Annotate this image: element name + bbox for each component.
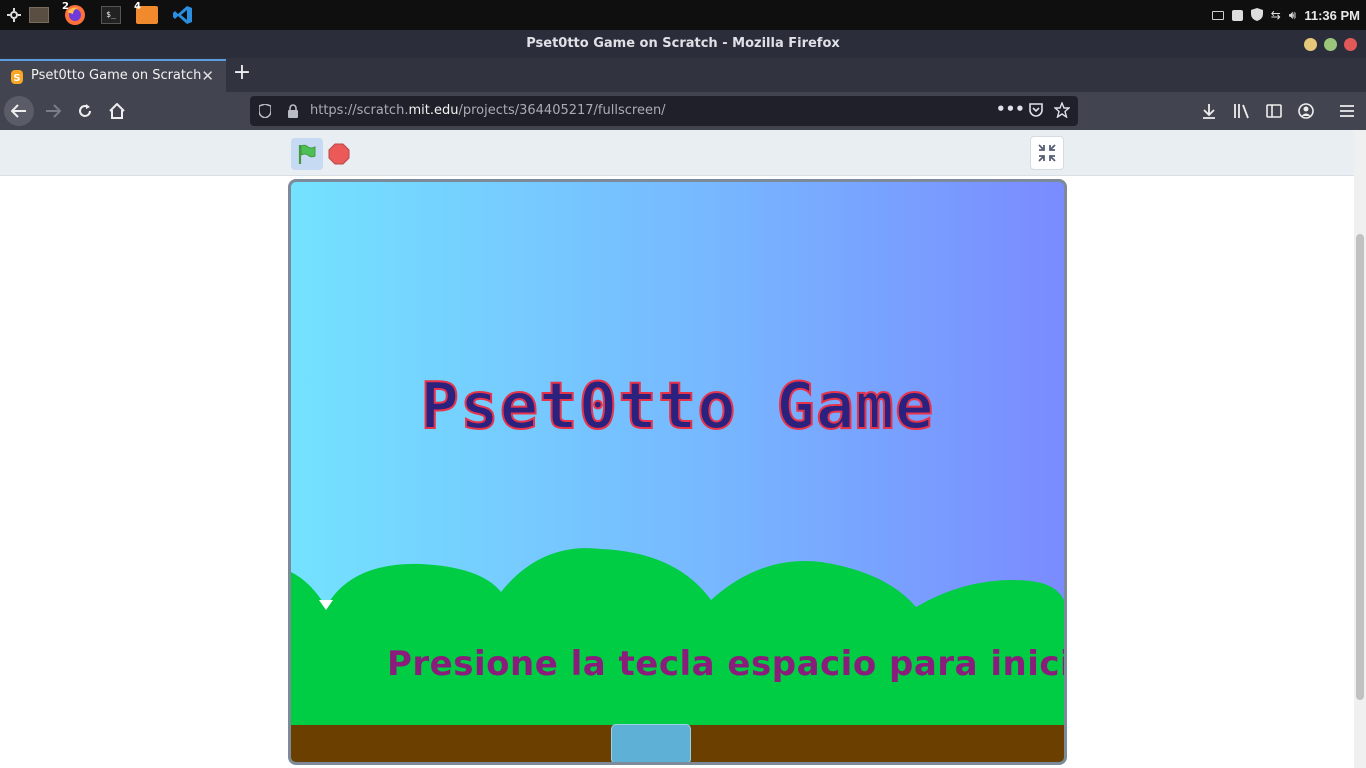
network-icon[interactable]: ⇆: [1271, 8, 1281, 22]
keyboard-icon[interactable]: [1211, 10, 1224, 20]
player-block-sprite: [611, 724, 691, 762]
stop-sign-icon: [328, 143, 350, 165]
collapse-icon: [1038, 144, 1056, 162]
green-flag-icon: [298, 144, 316, 164]
lock-icon[interactable]: [287, 103, 299, 122]
accessibility-icon[interactable]: [1231, 9, 1243, 21]
home-button[interactable]: [102, 96, 132, 126]
game-title: Pset0tto Game: [420, 369, 935, 445]
page-scrollbar[interactable]: [1354, 130, 1366, 768]
files-folder-icon[interactable]: 4: [133, 1, 161, 29]
system-tray: ⇆ 🔊︎ 11:36 PM: [1211, 0, 1360, 30]
tab-strip: S Pset0tto Game on Scratch ✕ +: [0, 58, 1366, 92]
volume-icon[interactable]: 🔊︎: [1289, 8, 1297, 23]
sidebar-toggle-icon[interactable]: [1259, 96, 1289, 126]
scrollbar-thumb[interactable]: [1356, 234, 1364, 700]
tracking-protection-icon[interactable]: [258, 103, 272, 122]
svg-text:S: S: [13, 73, 20, 84]
page-actions-icon[interactable]: •••: [996, 100, 1025, 118]
back-button[interactable]: [4, 96, 34, 126]
window-titlebar[interactable]: Pset0tto Game on Scratch - Mozilla Firef…: [0, 30, 1366, 58]
navigation-bar: https://scratch.mit.edu/projects/3644052…: [0, 92, 1366, 130]
close-window-button[interactable]: [1344, 38, 1357, 51]
firefox-badge: 2: [62, 1, 69, 12]
green-flag-button[interactable]: [291, 138, 323, 170]
scratch-player-toolbar: [0, 130, 1354, 176]
close-tab-icon[interactable]: ✕: [201, 67, 214, 85]
stop-button[interactable]: [328, 143, 350, 165]
firefox-taskbar-icon[interactable]: 2: [61, 1, 89, 29]
system-taskbar: 2 $_ 4 ⇆ 🔊︎ 11:36 PM: [0, 0, 1366, 30]
downloads-icon[interactable]: [1194, 96, 1224, 126]
url-prefix: https://scratch.: [310, 103, 409, 118]
files-badge: 4: [134, 1, 141, 12]
url-path: /projects/364405217/fullscreen/: [458, 103, 666, 118]
vscode-icon[interactable]: [169, 1, 197, 29]
account-icon[interactable]: [1291, 96, 1321, 126]
menu-hamburger-icon[interactable]: [1332, 96, 1362, 126]
shield-icon[interactable]: [1250, 6, 1263, 25]
maximize-button[interactable]: [1324, 38, 1337, 51]
tab-label: Pset0tto Game on Scratch: [31, 68, 202, 83]
minimize-button[interactable]: [1304, 38, 1317, 51]
new-tab-button[interactable]: +: [231, 62, 253, 84]
start-prompt: Presione la tecla espacio para iniciar..…: [387, 644, 1067, 684]
project-stage[interactable]: Pset0tto Game Presione la tecla espacio …: [288, 179, 1067, 765]
terminal-icon[interactable]: $_: [97, 1, 125, 29]
tab-scratch[interactable]: S Pset0tto Game on Scratch ✕: [0, 59, 226, 92]
window-title: Pset0tto Game on Scratch - Mozilla Firef…: [526, 36, 840, 51]
url-bar[interactable]: https://scratch.mit.edu/projects/3644052…: [250, 96, 1078, 126]
forward-button[interactable]: [38, 96, 68, 126]
scratch-favicon-icon: S: [10, 69, 24, 84]
file-manager-icon[interactable]: [25, 1, 53, 29]
library-icon[interactable]: [1227, 96, 1257, 126]
reload-button[interactable]: [70, 96, 100, 126]
clock[interactable]: 11:36 PM: [1304, 8, 1360, 23]
bookmark-star-icon[interactable]: [1053, 101, 1071, 122]
pocket-icon[interactable]: [1028, 102, 1044, 122]
settings-icon[interactable]: [0, 1, 28, 29]
url-text: https://scratch.mit.edu/projects/3644052…: [310, 103, 666, 118]
exit-fullscreen-button[interactable]: [1030, 136, 1064, 170]
url-domain: mit.edu: [408, 103, 459, 118]
